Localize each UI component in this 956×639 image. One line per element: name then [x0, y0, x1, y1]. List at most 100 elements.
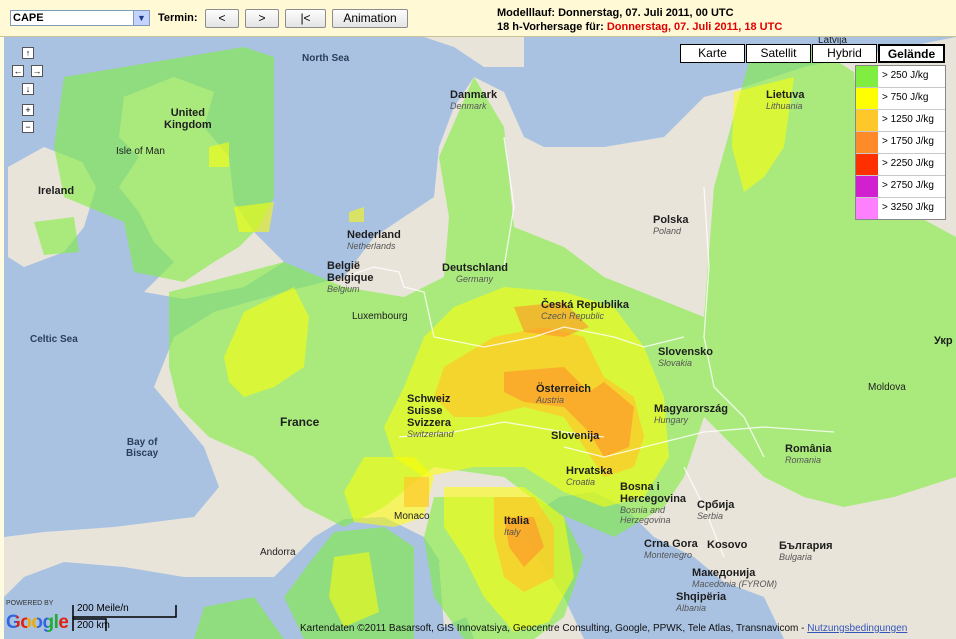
- place-name: Deutschland: [442, 262, 509, 274]
- place-label: Isle of Man: [116, 146, 165, 157]
- map-type-hybrid[interactable]: Hybrid: [812, 44, 877, 63]
- place-line: Bosna i: [620, 481, 660, 493]
- map-type-satellit[interactable]: Satellit: [746, 44, 811, 63]
- place-line: Schweiz: [407, 393, 451, 405]
- place-label: Nederland Netherlands: [347, 229, 401, 251]
- parameter-select[interactable]: CAPE ▼: [10, 10, 150, 26]
- scale-km: 200 km: [77, 620, 110, 631]
- map-type-karte[interactable]: Karte: [680, 44, 745, 63]
- terms-link[interactable]: Nutzungsbedingungen: [807, 623, 907, 634]
- place-sub: Switzerland: [407, 429, 454, 439]
- pan-left-button[interactable]: ←: [12, 65, 24, 77]
- google-logo-text: Google: [6, 612, 69, 633]
- pan-up-button[interactable]: ↑: [22, 47, 34, 59]
- place-name: България: [779, 540, 833, 552]
- zoom-in-button[interactable]: +: [22, 104, 34, 116]
- place-name: Italia: [504, 515, 530, 527]
- place-name: Crna Gora: [644, 538, 698, 550]
- place-sub: Lithuania: [766, 101, 803, 111]
- place-sub: Netherlands: [347, 241, 396, 251]
- place-name: Österreich: [536, 383, 592, 395]
- legend-swatch: [856, 88, 878, 109]
- legend-swatch: [856, 110, 878, 131]
- place-sub: Denmark: [450, 101, 487, 111]
- place-line: Kingdom: [164, 119, 212, 131]
- zoom-out-button[interactable]: −: [22, 121, 34, 133]
- legend-row: > 2750 J/kg: [856, 176, 945, 198]
- place-name: Србија: [697, 499, 735, 511]
- place-name: Lietuva: [766, 89, 805, 101]
- place-line: België: [327, 260, 361, 272]
- place-label: Schweiz Suisse Svizzera Switzerland: [407, 393, 454, 439]
- place-label: Lietuva Lithuania: [766, 89, 805, 111]
- scale-bar: 200 Meile/n 200 km: [72, 603, 182, 633]
- chevron-down-icon[interactable]: ▼: [133, 11, 149, 25]
- legend-swatch: [856, 154, 878, 175]
- place-name: Polska: [653, 214, 689, 226]
- legend-row: > 2250 J/kg: [856, 154, 945, 176]
- run-info: Modelllauf: Donnerstag, 07. Juli 2011, 0…: [497, 6, 782, 34]
- map-type-gelaende[interactable]: Gelände: [878, 44, 945, 63]
- next-button[interactable]: >: [245, 9, 279, 28]
- place-label: Crna Gora Montenegro: [644, 538, 698, 560]
- google-logo[interactable]: Google: [6, 612, 69, 634]
- place-label: Македонија Macedonia (FYROM): [692, 567, 777, 589]
- place-sub: Romania: [785, 455, 822, 465]
- place-name: Nederland: [347, 229, 401, 241]
- place-label: France: [280, 415, 320, 429]
- place-line: Hercegovina: [620, 493, 687, 505]
- place-line: United: [170, 107, 205, 119]
- copyright-text: Kartendaten ©2011 Basarsoft, GIS Innovat…: [300, 623, 907, 634]
- legend-swatch: [856, 198, 878, 219]
- place-label: Česká Republika Czech Republic: [541, 299, 629, 321]
- first-button[interactable]: |<: [285, 9, 326, 28]
- legend-swatch: [856, 66, 878, 87]
- scale-miles: 200 Meile/n: [77, 603, 129, 614]
- legend-swatch: [856, 176, 878, 197]
- place-line: Belgique: [327, 272, 374, 284]
- place-sub: Macedonia (FYROM): [692, 579, 778, 589]
- legend-label: > 2750 J/kg: [882, 180, 934, 191]
- cape-legend: > 250 J/kg > 750 J/kg > 1250 J/kg > 1750 J/…: [855, 65, 946, 220]
- place-label: Danmark Denmark: [450, 89, 497, 111]
- pan-down-button[interactable]: ↓: [22, 83, 34, 95]
- animation-button[interactable]: Animation: [332, 9, 408, 28]
- place-sub: Albania: [676, 603, 707, 613]
- place-label: Italia Italy: [504, 515, 529, 537]
- place-label: Moldova: [868, 382, 906, 393]
- place-label: Србија Serbia: [697, 499, 734, 521]
- place-label: Slovensko Slovakia: [658, 346, 713, 368]
- copyright-body: Kartendaten ©2011 Basarsoft, GIS Innovat…: [300, 623, 808, 634]
- place-sub: Herzegovina: [620, 515, 671, 525]
- prev-button[interactable]: <: [205, 9, 239, 28]
- sea-label: Bay of Biscay: [126, 437, 158, 459]
- place-sub: Bosnia and: [620, 505, 666, 515]
- termin-label: Termin:: [158, 12, 198, 24]
- place-sub: Montenegro: [644, 550, 693, 560]
- place-sub: Belgium: [327, 284, 360, 294]
- sea-label: North Sea: [302, 53, 350, 64]
- legend-row: > 250 J/kg: [856, 66, 945, 88]
- map[interactable]: North Sea Celtic Sea Bay of Biscay Unite…: [4, 37, 956, 639]
- sea-label-line: Bay of: [126, 437, 158, 448]
- model-run-text: Modelllauf: Donnerstag, 07. Juli 2011, 0…: [497, 7, 734, 19]
- place-sub: Bulgaria: [779, 552, 813, 562]
- place-label: Deutschland Germany: [442, 262, 508, 284]
- legend-label: > 2250 J/kg: [882, 158, 934, 169]
- place-name: Česká Republika: [541, 299, 630, 311]
- legend-swatch: [856, 132, 878, 153]
- place-name: România: [785, 443, 832, 455]
- place-sub: Hungary: [654, 415, 689, 425]
- place-label: Magyarország Hungary: [654, 403, 728, 425]
- legend-row: > 3250 J/kg: [856, 198, 945, 219]
- pan-right-button[interactable]: →: [31, 65, 43, 77]
- place-label: Andorra: [260, 547, 296, 558]
- legend-label: > 1750 J/kg: [882, 136, 934, 147]
- place-sub: Italy: [504, 527, 521, 537]
- place-sub: Germany: [456, 274, 494, 284]
- place-label: Hrvatska Croatia: [566, 465, 612, 487]
- toolbar: CAPE ▼ Termin: < > |< Animation Modellla…: [0, 0, 956, 37]
- place-label: Kosovo: [707, 539, 748, 551]
- place-line: Svizzera: [407, 417, 452, 429]
- place-name: Danmark: [450, 89, 498, 101]
